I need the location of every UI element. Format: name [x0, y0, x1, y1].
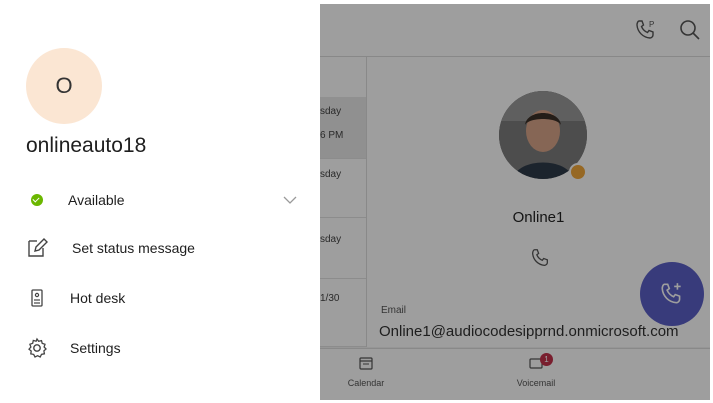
menu-item-label: Available [68, 192, 125, 208]
menu-item-availability[interactable]: Available [8, 182, 320, 218]
gear-icon [28, 337, 47, 358]
profile-drawer: O onlineauto18 Available Set status mess… [8, 4, 320, 400]
menu-item-hot-desk[interactable]: Hot desk [8, 280, 320, 316]
menu-item-label: Hot desk [70, 290, 126, 306]
hot-desk-icon [31, 289, 43, 307]
chevron-down-icon[interactable] [282, 194, 298, 206]
menu-item-label: Settings [70, 340, 121, 356]
menu-item-set-status-message[interactable]: Set status message [8, 230, 320, 266]
edit-status-icon [28, 238, 48, 257]
profile-name: onlineauto18 [26, 134, 147, 157]
menu-item-settings[interactable]: Settings [8, 330, 320, 366]
menu-item-label: Set status message [72, 240, 195, 256]
screen: P sday 6 PM sday sday 1/30 Online1 Email… [8, 4, 710, 400]
available-status-icon [31, 194, 43, 206]
profile-avatar[interactable]: O [26, 48, 102, 124]
